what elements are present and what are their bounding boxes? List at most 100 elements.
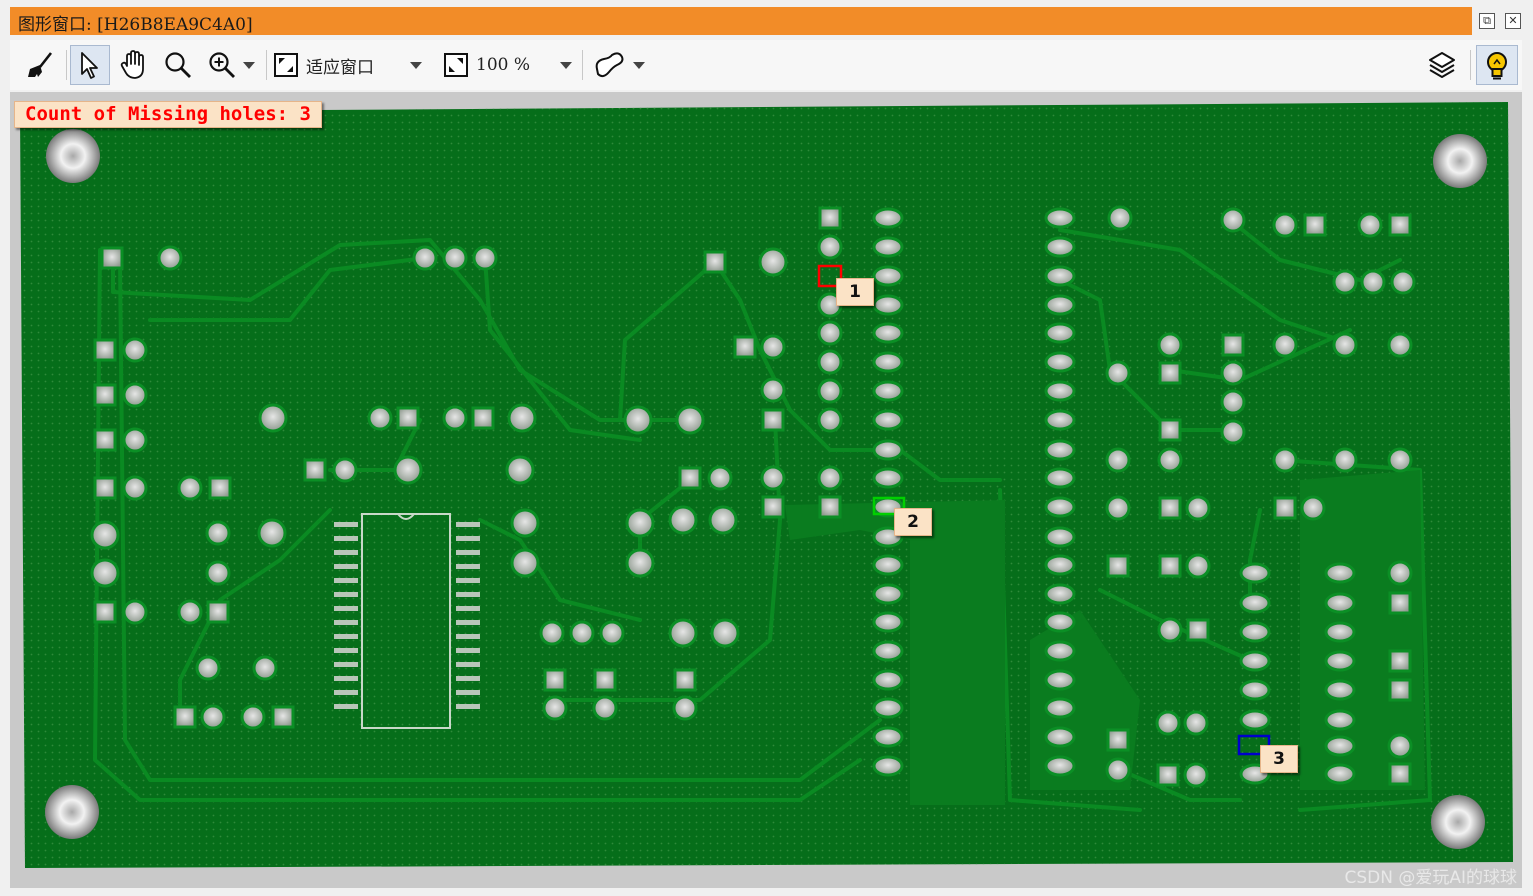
solder-pad — [1044, 207, 1076, 229]
solder-pad — [1155, 710, 1181, 736]
solder-pad — [367, 405, 393, 431]
solder-pad — [1220, 419, 1246, 445]
solder-pad — [1220, 207, 1246, 233]
window-title: 图形窗口: [H26B8EA9C4A0] — [18, 15, 253, 35]
solder-pad — [471, 406, 495, 430]
solder-pad — [872, 554, 904, 576]
restore-button[interactable]: ⧉ — [1479, 13, 1495, 29]
solder-pad — [1357, 212, 1383, 238]
solder-pad — [668, 618, 698, 648]
solder-pad — [760, 465, 786, 491]
zoom-tool-button[interactable] — [158, 45, 198, 85]
solder-pad — [1157, 617, 1183, 643]
solder-pad — [93, 476, 117, 500]
solder-pad — [872, 207, 904, 229]
solder-pad — [100, 246, 124, 270]
solder-pad — [1239, 621, 1271, 643]
solder-pad — [122, 427, 148, 453]
solder-pad — [758, 247, 788, 277]
solder-pad — [1044, 294, 1076, 316]
solder-pad — [258, 403, 288, 433]
solder-pad — [1044, 439, 1076, 461]
solder-pad — [1221, 333, 1245, 357]
solder-pad — [206, 600, 230, 624]
solder-pad — [252, 655, 278, 681]
solder-pad — [1107, 205, 1133, 231]
solder-pad — [710, 618, 740, 648]
solder-pad — [1105, 757, 1131, 783]
zoom-in-dropdown[interactable] — [202, 45, 260, 85]
solder-pad — [1158, 361, 1182, 385]
solder-pad — [200, 704, 226, 730]
solder-pad — [569, 620, 595, 646]
shape-icon — [595, 52, 624, 78]
solder-pad — [625, 508, 655, 538]
defect-label-1: 1 — [836, 278, 874, 306]
solder-pad — [668, 505, 698, 535]
solder-pad — [1300, 495, 1326, 521]
select-tool-button[interactable] — [70, 45, 110, 85]
solder-pad — [672, 695, 698, 721]
solder-pad — [1157, 332, 1183, 358]
solder-pad — [1044, 755, 1076, 777]
lightbulb-icon — [1487, 52, 1507, 80]
solder-pad — [1044, 380, 1076, 402]
layers-button[interactable] — [1422, 45, 1462, 85]
solder-pad — [1272, 212, 1298, 238]
hand-icon — [120, 50, 144, 79]
solder-pad — [208, 476, 232, 500]
solder-pad — [1044, 554, 1076, 576]
solder-pad — [1324, 735, 1356, 757]
solder-pad — [1044, 526, 1076, 548]
zoom-level-icon — [444, 53, 468, 77]
solder-pad — [760, 334, 786, 360]
hint-button[interactable] — [1476, 45, 1518, 85]
solder-pad — [205, 560, 231, 586]
solder-pad — [872, 755, 904, 777]
close-button[interactable]: ✕ — [1505, 13, 1521, 29]
chevron-down-icon — [633, 61, 645, 69]
solder-pad — [1239, 562, 1271, 584]
solder-pad — [1044, 322, 1076, 344]
solder-pad — [90, 520, 120, 550]
solder-pad — [1105, 360, 1131, 386]
solder-pad — [507, 403, 537, 433]
solder-pad — [872, 322, 904, 344]
solder-pad — [675, 405, 705, 435]
solder-pad — [872, 351, 904, 373]
toolbar-separator — [582, 50, 583, 80]
solder-pad — [673, 668, 697, 692]
solder-pad — [817, 234, 843, 260]
solder-pad — [1044, 265, 1076, 287]
solder-pad — [623, 405, 653, 435]
solder-pad — [1239, 679, 1271, 701]
solder-pad — [393, 455, 423, 485]
solder-pad — [872, 726, 904, 748]
fit-window-dropdown[interactable]: 适应窗口 — [272, 45, 438, 85]
solder-pad — [1105, 447, 1131, 473]
solder-pad — [1183, 710, 1209, 736]
pan-tool-button[interactable] — [114, 45, 154, 85]
pointer-icon — [81, 52, 98, 79]
solder-pad — [872, 697, 904, 719]
window-titlebar[interactable]: 图形窗口: [H26B8EA9C4A0] — [10, 7, 1472, 35]
solder-pad — [539, 620, 565, 646]
solder-pad — [599, 620, 625, 646]
solder-pad — [1044, 611, 1076, 633]
solder-pad — [1044, 640, 1076, 662]
solder-pad — [733, 335, 757, 359]
zoom-level-dropdown[interactable]: 100 % — [442, 45, 578, 85]
toolbar: 适应窗口 100 % — [10, 40, 1522, 90]
solder-pad — [93, 428, 117, 452]
solder-pad — [122, 337, 148, 363]
solder-pad — [1044, 726, 1076, 748]
clear-button[interactable] — [20, 45, 60, 85]
solder-pad — [1156, 763, 1180, 787]
solder-pad — [157, 245, 183, 271]
solder-pad — [761, 408, 785, 432]
defect-label-2: 2 — [894, 508, 932, 536]
roi-shape-dropdown[interactable] — [590, 45, 648, 85]
zoom-percent: 100 % — [476, 55, 531, 75]
solder-pad — [703, 250, 727, 274]
solder-pad — [1044, 669, 1076, 691]
